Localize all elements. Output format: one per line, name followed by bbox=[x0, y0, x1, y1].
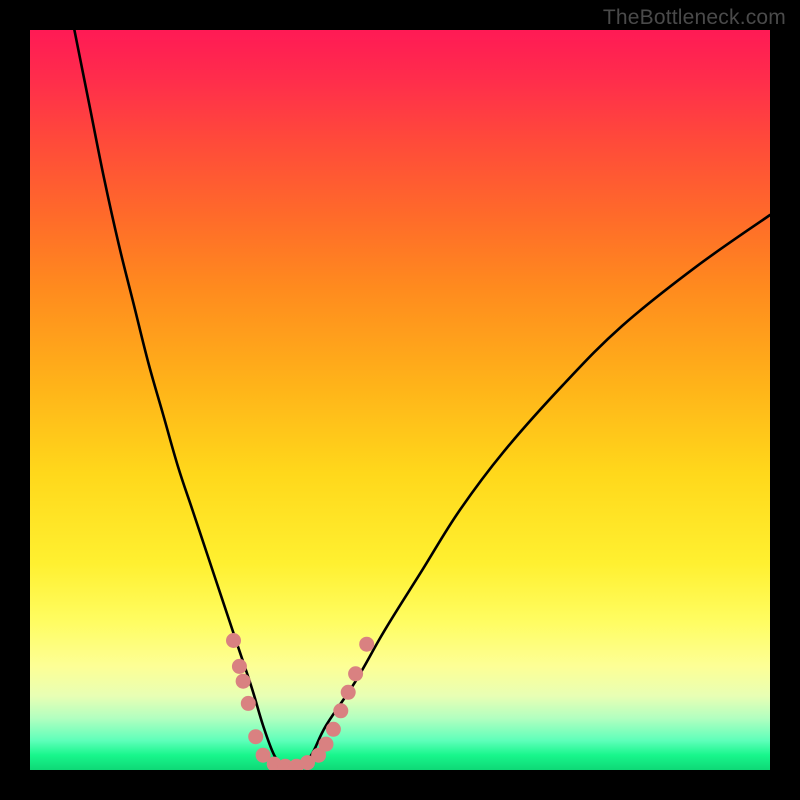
plot-area bbox=[30, 30, 770, 770]
marker-dot bbox=[319, 737, 334, 752]
marker-dot bbox=[326, 722, 341, 737]
marker-dot bbox=[248, 729, 263, 744]
marker-dot bbox=[341, 685, 356, 700]
marker-dot bbox=[232, 659, 247, 674]
marker-dot bbox=[226, 633, 241, 648]
marker-dot bbox=[348, 666, 363, 681]
marker-dot bbox=[241, 696, 256, 711]
highlighted-points bbox=[226, 633, 374, 770]
bottleneck-curve bbox=[74, 30, 770, 770]
watermark-text: TheBottleneck.com bbox=[603, 6, 786, 30]
chart-frame: TheBottleneck.com bbox=[0, 0, 800, 800]
marker-dot bbox=[333, 703, 348, 718]
plot-svg bbox=[30, 30, 770, 770]
marker-dot bbox=[359, 637, 374, 652]
marker-dot bbox=[236, 674, 251, 689]
